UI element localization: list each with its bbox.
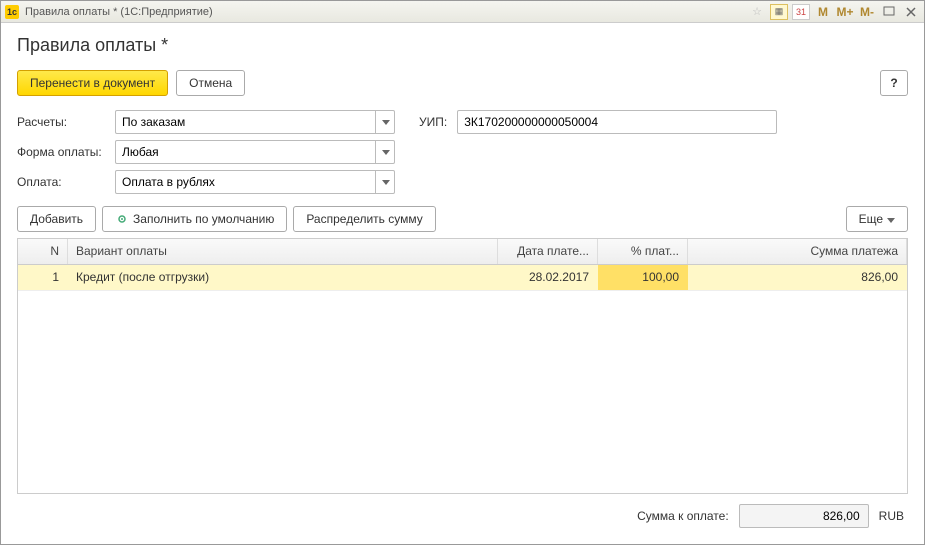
window: 1c Правила оплаты * (1С:Предприятие) ☆ ▦… [0,0,925,545]
col-n-header[interactable]: N [18,239,68,264]
memory-mminus-button[interactable]: M- [858,4,876,20]
settlements-row: Расчеты: УИП: [17,110,908,134]
close-icon[interactable] [902,4,920,20]
payment-input[interactable] [115,170,395,194]
payment-dropdown-icon[interactable] [375,170,395,194]
table-header: N Вариант оплаты Дата плате... % плат...… [18,239,907,265]
fill-default-button[interactable]: Заполнить по умолчанию [102,206,287,232]
chevron-down-icon [887,212,895,226]
app-icon: 1c [5,5,19,19]
transfer-button[interactable]: Перенести в документ [17,70,168,96]
payment-form-combo[interactable] [115,140,395,164]
payment-form-dropdown-icon[interactable] [375,140,395,164]
settlements-dropdown-icon[interactable] [375,110,395,134]
form: Расчеты: УИП: Форма оплаты: Оплата: [17,110,908,194]
col-date-header[interactable]: Дата плате... [498,239,598,264]
col-sum-header[interactable]: Сумма платежа [688,239,907,264]
payment-row: Оплата: [17,170,908,194]
titlebar: 1c Правила оплаты * (1С:Предприятие) ☆ ▦… [1,1,924,23]
settlements-input[interactable] [115,110,395,134]
payment-form-row: Форма оплаты: [17,140,908,164]
calendar-icon[interactable]: 31 [792,4,810,20]
cell-n[interactable]: 1 [18,265,68,290]
help-button[interactable]: ? [880,70,908,96]
memory-m-button[interactable]: M [814,4,832,20]
more-label: Еще [859,212,883,226]
gear-icon [115,212,129,226]
distribute-button[interactable]: Распределить сумму [293,206,435,232]
window-title: Правила оплаты * (1С:Предприятие) [25,6,748,18]
currency-label: RUB [879,509,904,523]
col-percent-header[interactable]: % плат... [598,239,688,264]
payments-table: N Вариант оплаты Дата плате... % плат...… [17,238,908,494]
favorite-icon[interactable]: ☆ [748,4,766,20]
top-actions: Перенести в документ Отмена ? [17,70,908,96]
memory-mplus-button[interactable]: M+ [836,4,854,20]
more-button[interactable]: Еще [846,206,908,232]
calculator-icon[interactable]: ▦ [770,4,788,20]
total-value: 826,00 [739,504,869,528]
col-variant-header[interactable]: Вариант оплаты [68,239,498,264]
table-toolbar: Добавить Заполнить по умолчанию Распреде… [17,206,908,232]
content: Правила оплаты * Перенести в документ От… [1,23,924,544]
add-button[interactable]: Добавить [17,206,96,232]
footer: Сумма к оплате: 826,00 RUB [17,494,908,532]
cell-percent[interactable]: 100,00 [598,265,688,290]
uip-label: УИП: [419,115,447,129]
cell-date[interactable]: 28.02.2017 [498,265,598,290]
cancel-button[interactable]: Отмена [176,70,245,96]
payment-label: Оплата: [17,175,109,189]
table-body: 1 Кредит (после отгрузки) 28.02.2017 100… [18,265,907,493]
table-row[interactable]: 1 Кредит (после отгрузки) 28.02.2017 100… [18,265,907,291]
page-title: Правила оплаты * [17,35,908,56]
titlebar-actions: ☆ ▦ 31 M M+ M- [748,4,920,20]
uip-input[interactable] [457,110,777,134]
payment-form-input[interactable] [115,140,395,164]
fill-default-label: Заполнить по умолчанию [133,212,274,226]
cell-variant[interactable]: Кредит (после отгрузки) [68,265,498,290]
payment-combo[interactable] [115,170,395,194]
settlements-combo[interactable] [115,110,395,134]
minimize-icon[interactable] [880,4,898,20]
settlements-label: Расчеты: [17,115,109,129]
payment-form-label: Форма оплаты: [17,145,109,159]
total-label: Сумма к оплате: [637,509,729,523]
cell-sum[interactable]: 826,00 [688,265,907,290]
